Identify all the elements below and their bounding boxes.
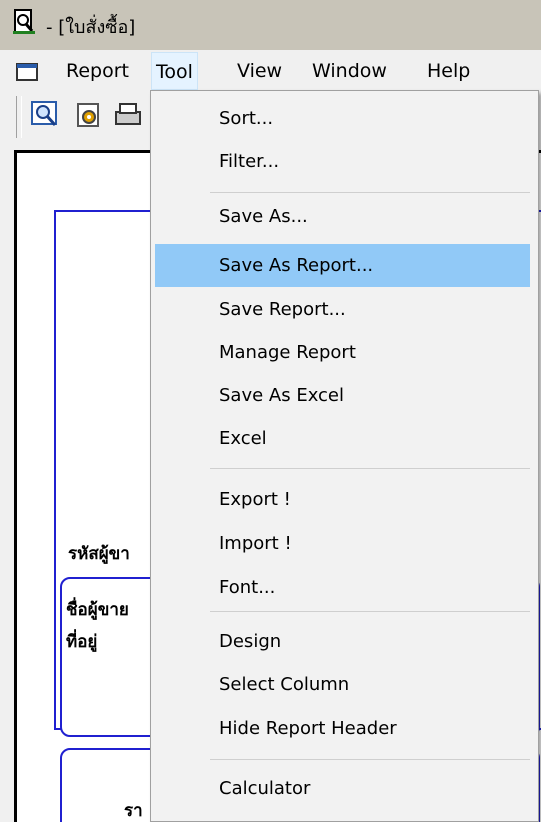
menu-item-manage-report[interactable]: Manage Report <box>155 331 530 374</box>
document-window-icon[interactable] <box>16 63 48 81</box>
menu-item-sort[interactable]: Sort... <box>155 97 530 140</box>
report-preview-icon <box>13 9 35 34</box>
toolbar-grip[interactable] <box>16 96 22 138</box>
menu-item-save-as-excel[interactable]: Save As Excel <box>155 374 530 417</box>
window-title: - [ใบสั่งซื้อ] <box>46 17 136 38</box>
menu-tool[interactable]: Tool <box>151 52 198 90</box>
menu-item-excel[interactable]: Excel <box>155 417 530 460</box>
menu-item-export[interactable]: Export ! <box>155 478 530 521</box>
menu-item-import[interactable]: Import ! <box>155 522 530 565</box>
title-bar: - [ใบสั่งซื้อ] <box>0 0 541 50</box>
menu-item-filter[interactable]: Filter... <box>155 140 530 183</box>
supplier-code-label: รหัสผู้ขา <box>68 544 130 564</box>
menu-item-font[interactable]: Font... <box>155 566 530 609</box>
menu-item-calculator[interactable]: Calculator <box>155 767 530 810</box>
menu-separator <box>210 468 530 469</box>
menu-item-select-column[interactable]: Select Column <box>155 663 530 706</box>
partial-label: รา <box>124 801 143 821</box>
address-label: ที่อยู่ <box>66 632 98 652</box>
settings-icon[interactable] <box>74 100 104 130</box>
menu-item-save-as[interactable]: Save As... <box>155 195 530 238</box>
menu-report[interactable]: Report <box>62 52 133 90</box>
menu-item-design[interactable]: Design <box>155 620 530 663</box>
menu-item-hide-report-header[interactable]: Hide Report Header <box>155 707 530 750</box>
application-window: - [ใบสั่งซื้อ] Report Tool View Window H… <box>0 0 541 822</box>
menu-separator <box>210 611 530 612</box>
preview-icon[interactable] <box>30 100 60 130</box>
menu-item-save-report[interactable]: Save Report... <box>155 288 530 331</box>
menu-separator <box>210 192 530 193</box>
supplier-name-label: ชื่อผู้ขาย <box>66 600 129 620</box>
menu-help[interactable]: Help <box>423 52 474 90</box>
menu-window[interactable]: Window <box>308 52 391 90</box>
menu-view[interactable]: View <box>233 52 286 90</box>
menu-separator <box>210 759 530 760</box>
print-icon[interactable] <box>112 100 142 130</box>
menu-item-save-as-report[interactable]: Save As Report... <box>155 244 530 287</box>
